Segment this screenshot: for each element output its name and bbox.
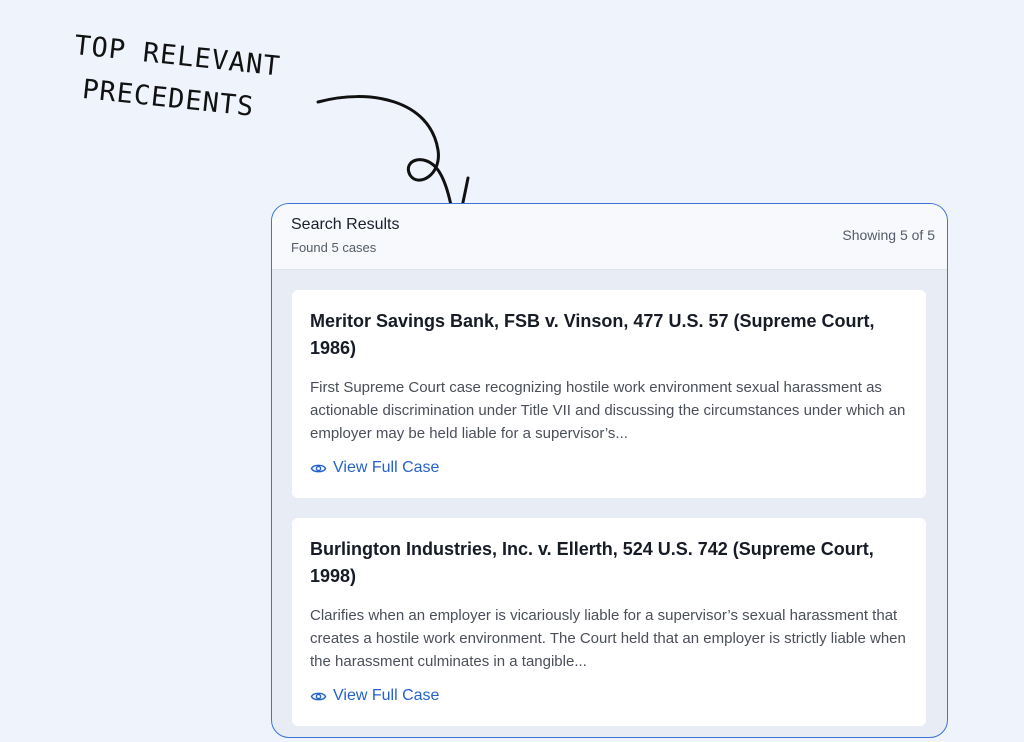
annotation-text-line1: TOP RELEVANT	[72, 30, 282, 83]
search-results-panel: Search Results Found 5 cases Showing 5 o…	[271, 203, 948, 738]
results-found-count: Found 5 cases	[291, 240, 377, 255]
case-summary: Clarifies when an employer is vicariousl…	[310, 607, 906, 670]
eye-icon	[310, 692, 327, 700]
panel-title: Search Results	[291, 216, 400, 233]
eye-icon	[310, 464, 327, 472]
results-showing-count: Showing 5 of 5	[842, 227, 935, 243]
case-title: Burlington Industries, Inc. v. Ellerth, …	[310, 539, 874, 586]
page: TOP RELEVANT PRECEDENTS Search Results F…	[0, 0, 1024, 742]
view-full-case-label: View Full Case	[333, 687, 440, 704]
view-full-case-link[interactable]: View Full Case	[310, 459, 439, 477]
case-summary: First Supreme Court case recognizing hos…	[310, 379, 906, 442]
annotation-text-line2: PRECEDENTS	[80, 74, 256, 123]
case-card: Meritor Savings Bank, FSB v. Vinson, 477…	[292, 290, 926, 498]
view-full-case-label: View Full Case	[333, 459, 440, 476]
panel-header: Search Results Found 5 cases Showing 5 o…	[272, 204, 947, 270]
case-card: Burlington Industries, Inc. v. Ellerth, …	[292, 518, 926, 726]
case-title: Meritor Savings Bank, FSB v. Vinson, 477…	[310, 311, 875, 358]
view-full-case-link[interactable]: View Full Case	[310, 687, 439, 705]
